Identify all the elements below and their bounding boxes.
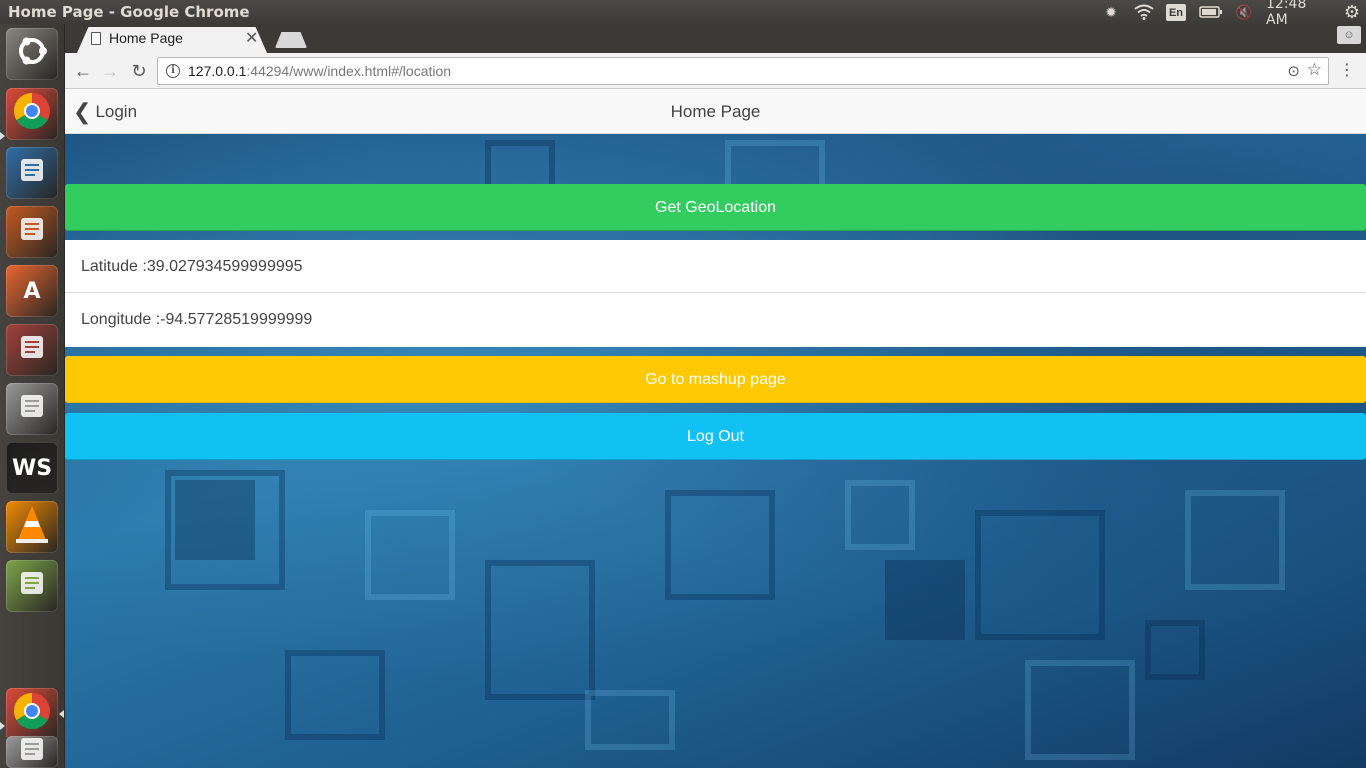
ubuntu-logo-icon[interactable] bbox=[6, 28, 58, 80]
impress-icon-glyph bbox=[17, 214, 47, 250]
background-square bbox=[665, 490, 775, 600]
webstorm-icon[interactable]: WS bbox=[6, 442, 58, 494]
url-path: :44294/www/index.html#/location bbox=[246, 63, 452, 79]
stacked-apps-icon-glyph bbox=[17, 568, 47, 604]
location-access-icon[interactable]: ⊙ bbox=[1287, 62, 1300, 80]
app-header-bar: ❮ Login Home Page bbox=[65, 90, 1366, 134]
log-out-button[interactable]: Log Out bbox=[65, 413, 1366, 460]
background-square bbox=[285, 650, 385, 740]
longitude-item: Longitude :-94.57728519999999 bbox=[81, 311, 313, 328]
writer-icon[interactable] bbox=[6, 147, 58, 199]
chrome-icon-glyph bbox=[12, 91, 52, 137]
coordinates-list: Latitude :39.027934599999995 Longitude :… bbox=[65, 240, 1366, 347]
battery-icon[interactable] bbox=[1198, 0, 1224, 24]
running-indicator bbox=[0, 132, 5, 140]
background-square bbox=[585, 690, 675, 750]
unity-launcher: A WS bbox=[0, 24, 65, 768]
running-indicator bbox=[0, 722, 5, 730]
ubuntu-logo-icon-glyph bbox=[14, 33, 50, 75]
file-cabinet-icon[interactable] bbox=[6, 324, 58, 376]
background-square bbox=[975, 510, 1105, 640]
wifi-icon[interactable] bbox=[1132, 0, 1156, 24]
get-geolocation-button[interactable]: Get GeoLocation bbox=[65, 184, 1366, 231]
site-info-icon[interactable]: i bbox=[166, 64, 180, 78]
network-sync-icon[interactable]: ✹ bbox=[1100, 0, 1122, 24]
forward-arrow-icon[interactable]: → bbox=[98, 59, 122, 83]
vlc-cone-icon-glyph bbox=[15, 504, 49, 550]
go-to-mashup-button[interactable]: Go to mashup page bbox=[65, 356, 1366, 403]
trash-icon-glyph bbox=[17, 736, 47, 768]
reload-icon[interactable]: ↻ bbox=[127, 59, 151, 83]
settings-wrench-icon[interactable] bbox=[6, 383, 58, 435]
latitude-item: Latitude :39.027934599999995 bbox=[65, 240, 1366, 293]
background-square bbox=[1185, 490, 1285, 590]
chrome-icon-glyph bbox=[12, 691, 52, 737]
chrome-icon[interactable] bbox=[6, 688, 58, 740]
chrome-window: Home Page ✕ ☺ ← → ↻ i 127.0.0.1:44294/ww… bbox=[65, 24, 1366, 768]
browser-toolbar: ← → ↻ i 127.0.0.1:44294/www/index.html#/… bbox=[65, 53, 1366, 89]
background-square bbox=[485, 560, 595, 700]
url-host: 127.0.0.1 bbox=[188, 63, 247, 79]
system-top-panel: Home Page - Google Chrome ✹ En 🔇 12:48 A… bbox=[0, 0, 1366, 28]
window-title: Home Page - Google Chrome bbox=[8, 3, 250, 21]
page-viewport: ❮ Login Home Page Get GeoLocation Latitu… bbox=[65, 90, 1366, 768]
impress-icon[interactable] bbox=[6, 206, 58, 258]
new-tab-button[interactable] bbox=[275, 32, 307, 48]
software-center-icon-glyph: A bbox=[23, 278, 41, 304]
system-settings-gear-icon[interactable]: ⚙ bbox=[1340, 0, 1364, 24]
volume-muted-icon[interactable]: 🔇 bbox=[1234, 0, 1254, 24]
bookmark-star-icon[interactable]: ☆ bbox=[1307, 60, 1322, 80]
background-square bbox=[175, 480, 255, 560]
keyboard-language-indicator[interactable]: En bbox=[1166, 4, 1186, 21]
profile-icon[interactable]: ☺ bbox=[1337, 26, 1361, 44]
back-arrow-icon[interactable]: ← bbox=[71, 59, 95, 83]
chrome-icon[interactable] bbox=[6, 88, 58, 140]
stacked-apps-icon[interactable] bbox=[6, 560, 58, 612]
clock[interactable]: 12:48 AM bbox=[1266, 0, 1332, 28]
vlc-cone-icon[interactable] bbox=[6, 501, 58, 553]
settings-wrench-icon-glyph bbox=[17, 391, 47, 427]
file-cabinet-icon-glyph bbox=[17, 332, 47, 368]
background-square bbox=[1025, 660, 1135, 760]
background-square bbox=[365, 510, 455, 600]
webstorm-icon-glyph: WS bbox=[11, 455, 53, 481]
background-square bbox=[1145, 620, 1205, 680]
page-icon bbox=[91, 32, 101, 45]
address-bar[interactable]: i 127.0.0.1:44294/www/index.html#/locati… bbox=[157, 57, 1329, 85]
writer-icon-glyph bbox=[17, 155, 47, 191]
focused-indicator bbox=[59, 710, 64, 718]
trash-icon[interactable] bbox=[6, 736, 58, 768]
chrome-menu-icon[interactable]: ⋮ bbox=[1337, 61, 1357, 81]
tab-close-icon[interactable]: ✕ bbox=[245, 28, 258, 48]
url-text[interactable]: 127.0.0.1:44294/www/index.html#/location bbox=[188, 63, 451, 79]
tab-strip: Home Page ✕ ☺ bbox=[65, 24, 1366, 53]
software-center-icon[interactable]: A bbox=[6, 265, 58, 317]
page-title: Home Page bbox=[670, 102, 761, 121]
tab-title[interactable]: Home Page bbox=[109, 30, 183, 46]
background-square bbox=[885, 560, 965, 640]
background-square bbox=[845, 480, 915, 550]
